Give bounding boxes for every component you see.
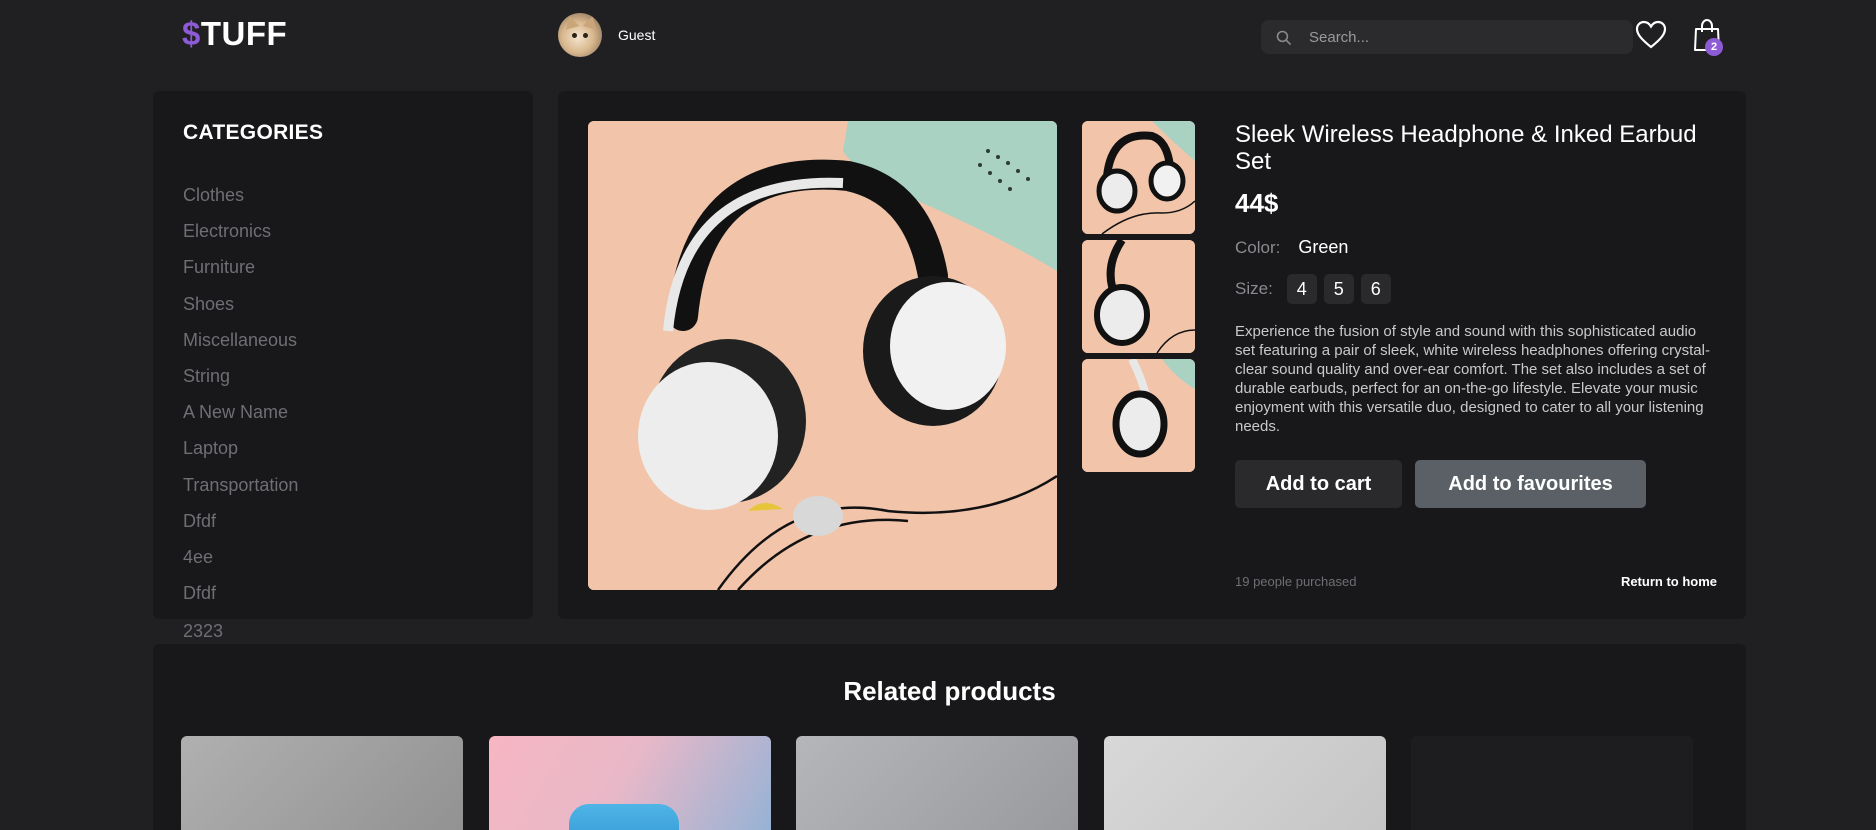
size-option-4[interactable]: 4 [1286, 274, 1317, 304]
color-value: Green [1298, 237, 1349, 257]
category-item-dfdf[interactable]: Dfdf [183, 510, 298, 546]
thumbnail-3[interactable] [1082, 359, 1195, 472]
category-item-2323[interactable]: 2323 [183, 621, 223, 642]
search-icon[interactable] [1273, 27, 1293, 47]
user-name: Guest [618, 27, 656, 43]
category-item-clothes[interactable]: Clothes [183, 184, 298, 220]
product-description: Experience the fusion of style and sound… [1235, 323, 1710, 435]
categories-sidebar: CATEGORIES Clothes Electronics Furniture… [153, 91, 533, 619]
related-product-card[interactable] [181, 736, 463, 830]
color-row: Color: Green [1235, 237, 1720, 258]
category-item-4ee[interactable]: 4ee [183, 546, 298, 582]
add-to-favourites-button[interactable]: Add to favourites [1415, 460, 1646, 508]
category-item-a-new-name[interactable]: A New Name [183, 401, 298, 437]
product-thumbnails [1082, 121, 1195, 478]
related-product-card[interactable] [796, 736, 1078, 830]
size-option-6[interactable]: 6 [1360, 274, 1391, 304]
related-product-card[interactable] [1103, 736, 1386, 830]
user-profile[interactable]: Guest [558, 13, 655, 57]
product-main-image [588, 121, 1057, 590]
product-details: Sleek Wireless Headphone & Inked Earbud … [558, 91, 1746, 619]
action-buttons: Add to cart Add to favourites [1235, 460, 1720, 508]
related-products-list [181, 736, 1719, 830]
size-options: 4 5 6 [1286, 274, 1398, 304]
size-row: Size: 4 5 6 [1235, 274, 1720, 304]
category-item-miscellaneous[interactable]: Miscellaneous [183, 329, 298, 365]
add-to-cart-button[interactable]: Add to cart [1235, 460, 1402, 508]
category-item-furniture[interactable]: Furniture [183, 256, 298, 292]
logo-text: TUFF [200, 15, 288, 52]
search-input[interactable] [1309, 28, 1609, 46]
category-item-shoes[interactable]: Shoes [183, 293, 298, 329]
category-list: Clothes Electronics Furniture Shoes Misc… [183, 184, 298, 618]
category-item-electronics[interactable]: Electronics [183, 220, 298, 256]
thumbnail-1[interactable] [1082, 121, 1195, 234]
related-products-title: Related products [843, 676, 1056, 706]
category-item-transportation[interactable]: Transportation [183, 474, 298, 510]
related-product-card[interactable] [488, 736, 771, 830]
return-home-link[interactable]: Return to home [1621, 574, 1717, 589]
category-item-laptop[interactable]: Laptop [183, 437, 298, 473]
categories-title: CATEGORIES [183, 121, 324, 144]
category-item-dfdf-2[interactable]: Dfdf [183, 582, 298, 618]
product-price: 44$ [1235, 188, 1279, 218]
avatar[interactable] [558, 13, 602, 57]
product-footer: 19 people purchased Return to home [1235, 574, 1717, 589]
cart-count-badge: 2 [1705, 38, 1723, 56]
product-info: Sleek Wireless Headphone & Inked Earbud … [1235, 121, 1720, 508]
search-bar[interactable] [1261, 20, 1633, 54]
thumbnail-2[interactable] [1082, 240, 1195, 353]
related-product-card[interactable] [1411, 736, 1693, 830]
category-item-string[interactable]: String [183, 365, 298, 401]
size-label: Size: [1235, 279, 1273, 298]
logo[interactable]: $TUFF [182, 14, 287, 54]
logo-dollar: $ [182, 15, 201, 52]
color-label: Color: [1235, 237, 1281, 257]
product-title: Sleek Wireless Headphone & Inked Earbud … [1235, 121, 1697, 175]
related-products-section: Related products [153, 644, 1746, 830]
size-option-5[interactable]: 5 [1323, 274, 1354, 304]
heart-icon[interactable] [1635, 20, 1667, 50]
purchase-count: 19 people purchased [1235, 574, 1357, 589]
